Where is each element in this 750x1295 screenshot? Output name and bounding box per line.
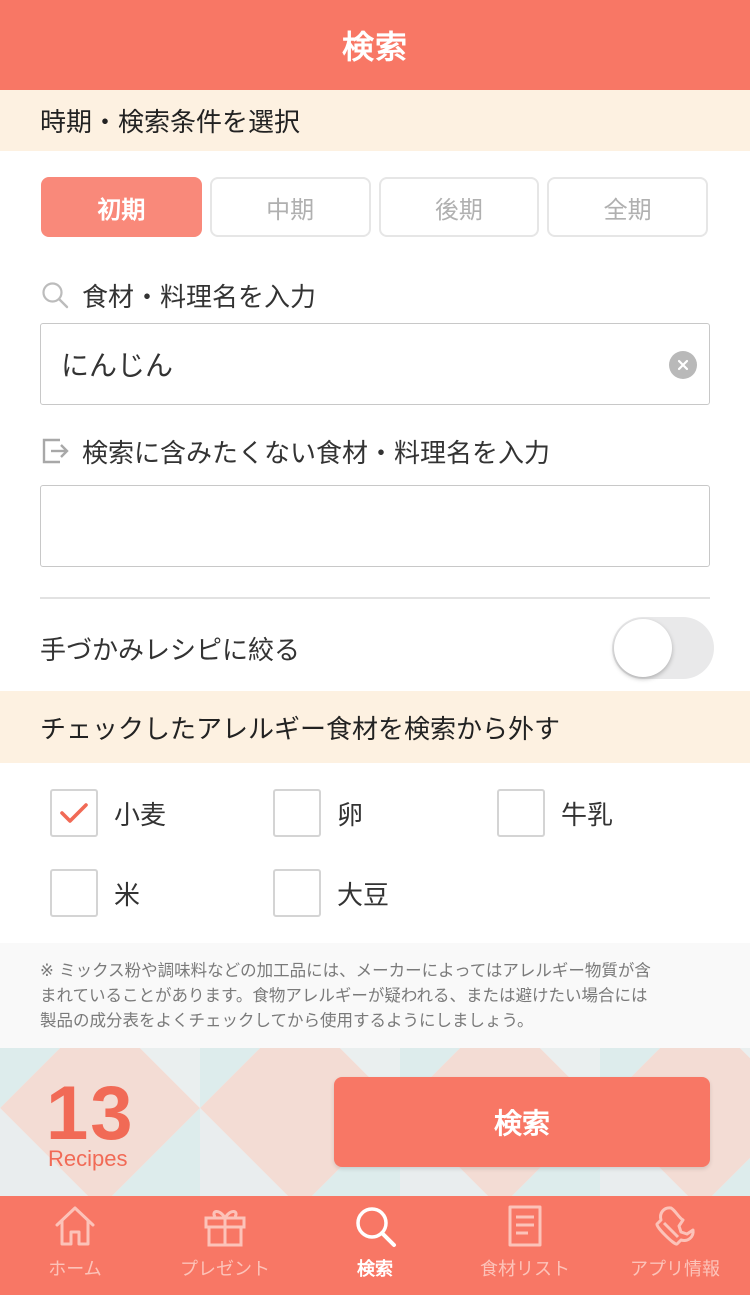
checkbox[interactable] xyxy=(273,789,321,837)
finger-food-row: 手づかみレシピに絞る xyxy=(40,617,714,679)
tab-label: 検索 xyxy=(357,1259,393,1280)
exclude-search-label-text: 検索に含みたくない食材・料理名を入力 xyxy=(82,438,551,469)
tab-label: アプリ情報 xyxy=(630,1259,720,1280)
wrench-icon xyxy=(650,1201,700,1251)
allergy-item-milk[interactable]: 牛乳 xyxy=(497,789,613,837)
toggle-knob xyxy=(614,619,672,677)
exclude-icon xyxy=(40,436,70,466)
checkbox[interactable] xyxy=(497,789,545,837)
allergy-label-milk: 牛乳 xyxy=(561,800,614,831)
allergy-label-wheat: 小麦 xyxy=(114,800,167,831)
home-icon xyxy=(50,1201,100,1251)
tab-present[interactable]: プレゼント xyxy=(150,1196,300,1295)
exclude-search-input[interactable] xyxy=(40,485,710,567)
finger-food-label: 手づかみレシピに絞る xyxy=(40,635,301,666)
allergy-item-egg[interactable]: 卵 xyxy=(273,789,363,837)
include-search-label: 食材・料理名を入力 xyxy=(40,275,316,315)
tab-label: プレゼント xyxy=(180,1259,270,1280)
checkbox[interactable] xyxy=(273,869,321,917)
tab-app-info[interactable]: アプリ情報 xyxy=(600,1196,750,1295)
period-tab-early[interactable]: 初期 xyxy=(41,177,202,237)
check-icon xyxy=(60,803,88,823)
search-icon xyxy=(350,1201,400,1251)
allergy-item-rice[interactable]: 米 xyxy=(50,869,140,917)
period-tab-middle[interactable]: 中期 xyxy=(209,177,371,237)
period-section-header: 時期・検索条件を選択 xyxy=(0,90,750,151)
result-bar: 13 Recipes 検索 xyxy=(0,1048,750,1196)
allergy-label-egg: 卵 xyxy=(337,800,364,831)
notice-line: 製品の成分表をよくチェックしてから使用するようにしましょう。 xyxy=(40,1011,534,1030)
clear-icon[interactable] xyxy=(669,351,697,379)
list-icon xyxy=(500,1201,550,1251)
allergy-item-soybean[interactable]: 大豆 xyxy=(273,869,389,917)
include-search-value: にんじん xyxy=(61,349,174,382)
tab-home[interactable]: ホーム xyxy=(0,1196,150,1295)
notice-line: まれていることがあります。食物アレルギーが疑われる、または避けたい場合には xyxy=(40,986,648,1005)
include-search-input[interactable]: にんじん xyxy=(40,323,710,405)
checkbox-checked[interactable] xyxy=(50,789,98,837)
tab-ingredient-list[interactable]: 食材リスト xyxy=(450,1196,600,1295)
allergy-section-header: チェックしたアレルギー食材を検索から外す xyxy=(0,691,750,763)
allergy-item-wheat[interactable]: 小麦 xyxy=(50,789,166,837)
finger-food-toggle[interactable] xyxy=(612,617,714,679)
allergy-label-soybean: 大豆 xyxy=(337,880,390,911)
tab-label: ホーム xyxy=(48,1259,102,1280)
include-search-label-text: 食材・料理名を入力 xyxy=(82,282,317,313)
period-section-title: 時期・検索条件を選択 xyxy=(40,108,301,138)
notice-line: ※ ミックス粉や調味料などの加工品には、メーカーによってはアレルギー物質が含 xyxy=(40,961,651,980)
app-header: 検索 xyxy=(0,0,750,90)
period-selector: 初期 中期 後期 全期 xyxy=(41,177,708,237)
allergy-label-rice: 米 xyxy=(114,880,141,911)
period-tab-all[interactable]: 全期 xyxy=(547,177,708,237)
tab-search[interactable]: 検索 xyxy=(300,1196,450,1295)
tab-label: 食材リスト xyxy=(480,1259,570,1280)
search-button[interactable]: 検索 xyxy=(334,1077,710,1167)
recipe-count-unit: Recipes xyxy=(48,1146,128,1171)
bottom-tab-bar: ホーム プレゼント 検索 食材リスト アプリ情報 xyxy=(0,1196,750,1295)
allergy-section-title: チェックしたアレルギー食材を検索から外す xyxy=(40,714,561,745)
divider xyxy=(40,597,710,599)
exclude-search-label: 検索に含みたくない食材・料理名を入力 xyxy=(40,431,550,471)
allergy-notice: ※ ミックス粉や調味料などの加工品には、メーカーによってはアレルギー物質が含 ま… xyxy=(0,943,750,1048)
page-title: 検索 xyxy=(341,28,408,66)
period-tab-late[interactable]: 後期 xyxy=(378,177,540,237)
search-icon xyxy=(40,280,70,310)
gift-icon xyxy=(200,1201,250,1251)
recipe-count: 13 xyxy=(46,1071,135,1156)
checkbox[interactable] xyxy=(50,869,98,917)
